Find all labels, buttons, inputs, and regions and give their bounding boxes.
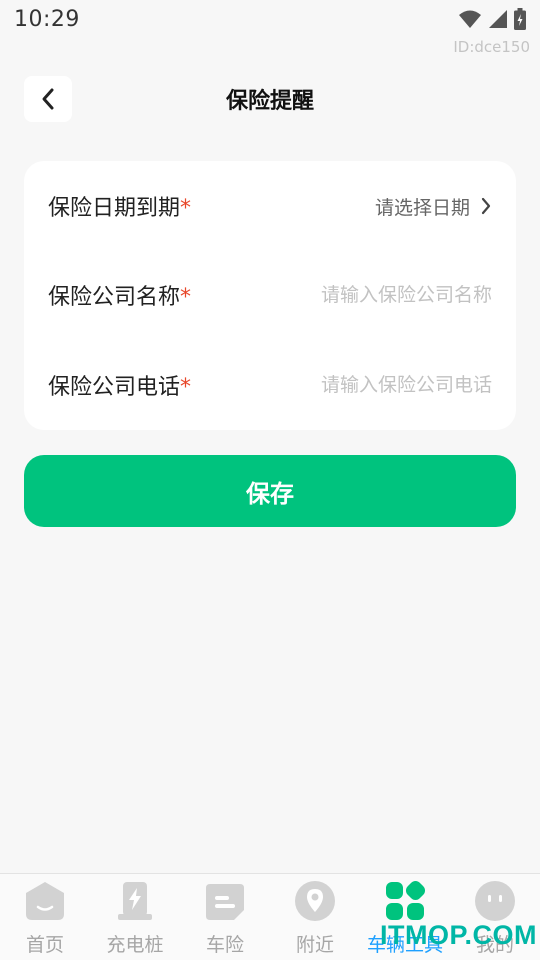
home-icon bbox=[24, 880, 66, 922]
company-phone-row: 保险公司电话* bbox=[24, 340, 516, 430]
status-icons bbox=[458, 8, 526, 30]
tab-label: 充电桩 bbox=[106, 934, 164, 956]
page-header: 保险提醒 bbox=[0, 72, 540, 126]
insurance-form-card: 保险日期到期* 请选择日期 保险公司名称* 保险公司电话* bbox=[24, 161, 516, 430]
status-bar: 10:29 bbox=[0, 0, 540, 38]
wifi-icon bbox=[459, 10, 481, 28]
battery-icon bbox=[514, 8, 526, 30]
tab-nearby[interactable]: 附近 bbox=[270, 874, 360, 960]
tab-home[interactable]: 首页 bbox=[0, 874, 90, 960]
profile-face-icon bbox=[474, 880, 516, 922]
device-id-watermark: ID:dce150 bbox=[453, 38, 530, 56]
date-placeholder: 请选择日期 bbox=[374, 196, 470, 219]
cell-signal-icon bbox=[489, 10, 507, 28]
required-star: * bbox=[180, 285, 192, 310]
chevron-left-icon bbox=[42, 88, 54, 110]
company-phone-label: 保险公司电话* bbox=[48, 375, 192, 400]
location-pin-icon bbox=[294, 880, 336, 922]
chevron-right-icon bbox=[481, 197, 491, 215]
tab-charging-pile[interactable]: 充电桩 bbox=[90, 874, 180, 960]
apps-grid-icon bbox=[384, 880, 426, 922]
back-button[interactable] bbox=[24, 76, 72, 122]
site-watermark: ITMOP.COM bbox=[380, 920, 538, 950]
page-title: 保险提醒 bbox=[225, 89, 314, 114]
company-phone-input[interactable] bbox=[282, 374, 492, 396]
tab-car-insurance[interactable]: 车险 bbox=[180, 874, 270, 960]
company-name-row: 保险公司名称* bbox=[24, 250, 516, 340]
required-star: * bbox=[180, 196, 192, 221]
required-star: * bbox=[180, 375, 192, 400]
charging-pile-icon bbox=[114, 880, 156, 922]
tab-label: 首页 bbox=[25, 934, 64, 956]
tab-label: 车险 bbox=[205, 934, 244, 956]
save-button[interactable]: 保存 bbox=[24, 455, 516, 527]
expiry-date-label: 保险日期到期* bbox=[48, 196, 192, 221]
status-time: 10:29 bbox=[14, 6, 80, 32]
date-picker[interactable]: 请选择日期 bbox=[375, 193, 492, 220]
tab-label: 附近 bbox=[295, 934, 334, 956]
company-name-label: 保险公司名称* bbox=[48, 285, 192, 310]
expiry-date-row[interactable]: 保险日期到期* 请选择日期 bbox=[24, 161, 516, 251]
car-insurance-icon bbox=[204, 880, 246, 922]
company-name-input[interactable] bbox=[282, 284, 492, 306]
